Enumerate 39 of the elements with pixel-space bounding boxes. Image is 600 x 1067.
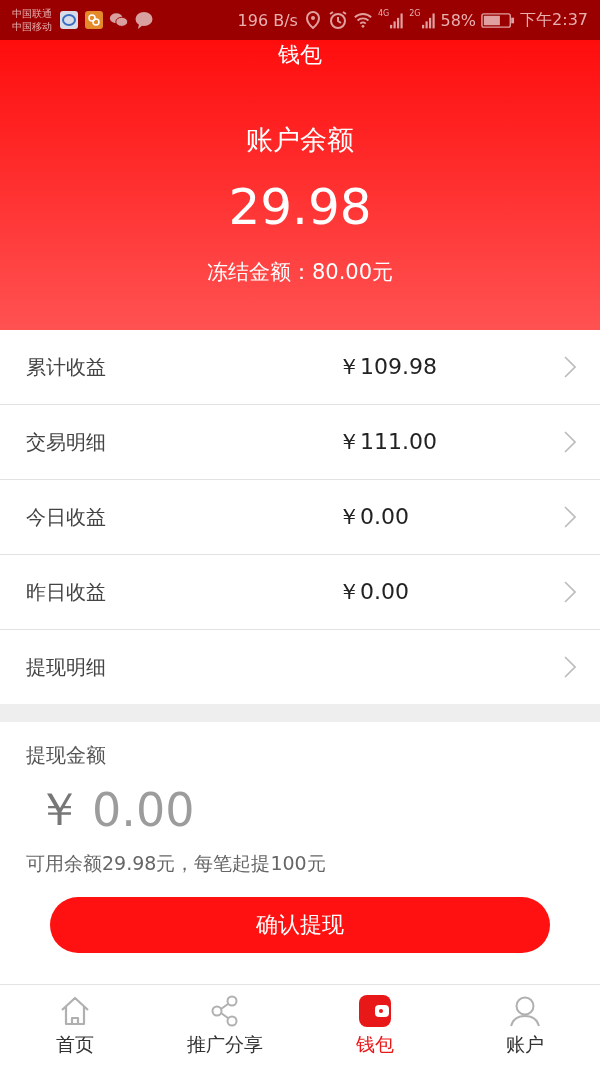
chevron-icon [564, 431, 576, 453]
nav-tab[interactable]: 钱包 [300, 985, 450, 1067]
battery-percent: 58% [440, 10, 477, 30]
list-item[interactable]: 累计收益 ￥109.98 [0, 330, 600, 405]
battery-icon [481, 11, 516, 29]
balance-amount: 29.98 [228, 178, 372, 236]
alarm-icon [327, 10, 348, 30]
frozen-amount: 冻结金额：80.00元 [206, 259, 394, 286]
page-title: 钱包 [278, 41, 322, 69]
chevron-icon [564, 356, 576, 378]
carrier-name: 中国联通 [12, 7, 52, 20]
clock: 下午2:37 [520, 9, 588, 31]
signal-icon [390, 11, 405, 29]
wallet-icon [358, 994, 392, 1028]
carrier-name: 中国移动 [12, 20, 52, 33]
confirm-button[interactable]: 确认提现 [50, 897, 550, 953]
chat-app-icon [59, 10, 79, 30]
signal-icon [421, 11, 436, 29]
network-speed: 196 B/s [237, 10, 298, 30]
currency-sign: ￥ [36, 781, 82, 838]
list-item[interactable]: 今日收益 ￥0.00 [0, 480, 600, 555]
nav-tab[interactable]: 推广分享 [150, 985, 300, 1067]
app-icon [84, 10, 104, 30]
nav-tab[interactable]: 账户 [450, 985, 600, 1067]
nav-tab[interactable]: 首页 [0, 985, 150, 1067]
list-item[interactable]: 昨日收益 ￥0.00 [0, 555, 600, 630]
balance-label: 账户余额 [246, 123, 354, 157]
user-icon [508, 994, 542, 1028]
section-title: 提现金额 [26, 742, 106, 769]
list-item[interactable]: 交易明细 ￥111.00 [0, 405, 600, 480]
network-type: 4G [377, 9, 390, 18]
chevron-icon [564, 656, 576, 678]
chevron-icon [564, 506, 576, 528]
list-item[interactable]: 提现明细 [0, 630, 600, 704]
message-icon [134, 10, 154, 30]
chevron-icon [564, 581, 576, 603]
wifi-icon [352, 10, 373, 30]
network-type: 2G [409, 9, 421, 18]
hint-text: 可用余额29.98元，每笔起提100元 [26, 851, 326, 876]
